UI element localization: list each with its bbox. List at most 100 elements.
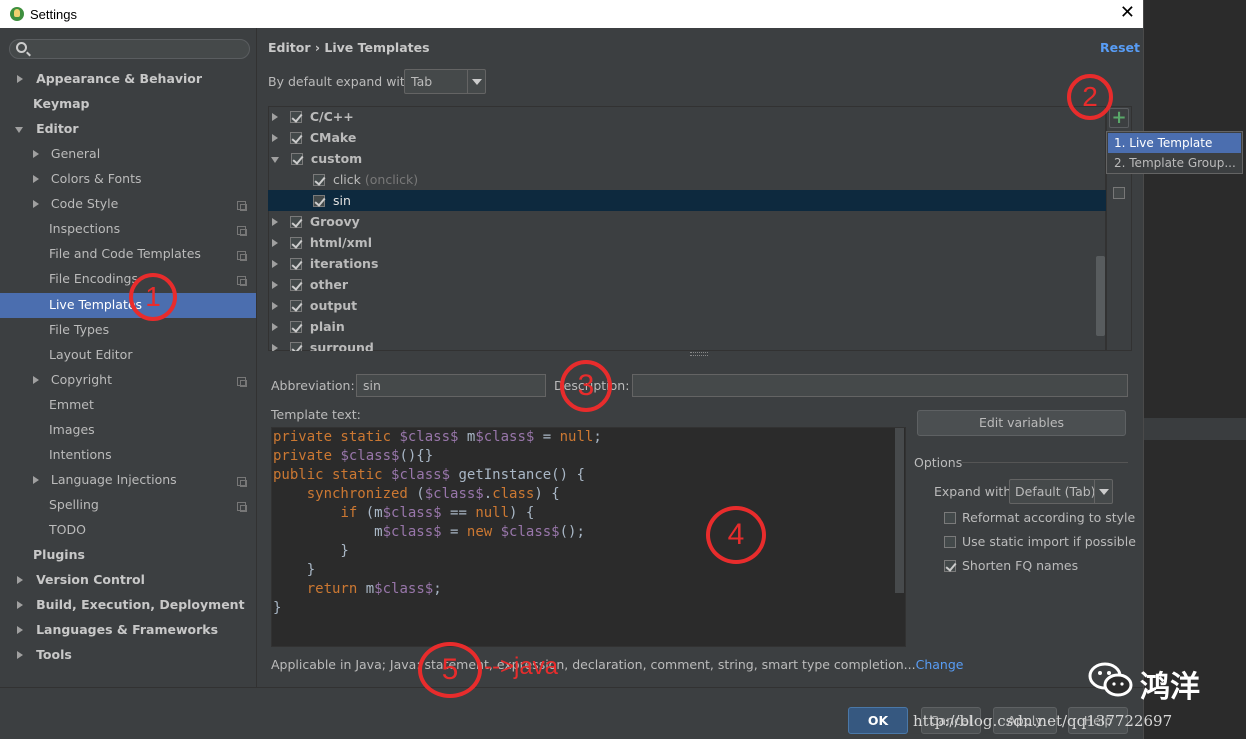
- static-import-option[interactable]: Use static import if possible: [944, 534, 1136, 549]
- collapse-arrow-icon[interactable]: [271, 157, 279, 163]
- app-icon: [10, 7, 24, 21]
- splitter-handle[interactable]: [690, 352, 708, 356]
- sidebar-item-file-types[interactable]: File Types: [49, 318, 109, 342]
- sidebar-item-file-code-templates[interactable]: File and Code Templates: [49, 242, 201, 266]
- template-checkbox[interactable]: [313, 174, 325, 186]
- template-group-plain[interactable]: plain: [272, 316, 345, 337]
- default-expand-select[interactable]: Tab: [404, 69, 486, 94]
- group-checkbox[interactable]: [289, 279, 302, 291]
- reset-link[interactable]: Reset: [1100, 40, 1140, 55]
- expand-arrow-icon[interactable]: [272, 344, 278, 351]
- sidebar-item-intentions[interactable]: Intentions: [49, 443, 112, 467]
- template-toolbar-icon[interactable]: [1113, 187, 1125, 199]
- expand-arrow-icon[interactable]: [17, 626, 23, 634]
- code-line: if (m$class$ == null) {: [340, 505, 535, 521]
- sidebar-item-colors-fonts[interactable]: Colors & Fonts: [33, 167, 142, 191]
- collapse-arrow-icon[interactable]: [15, 127, 23, 133]
- expand-arrow-icon[interactable]: [17, 75, 23, 83]
- expand-arrow-icon[interactable]: [272, 113, 278, 121]
- group-checkbox[interactable]: [289, 342, 302, 351]
- expand-arrow-icon[interactable]: [33, 476, 39, 484]
- sidebar-item-build-execution[interactable]: Build, Execution, Deployment: [17, 593, 245, 617]
- edit-variables-button[interactable]: Edit variables: [917, 410, 1126, 436]
- group-checkbox[interactable]: [289, 321, 302, 333]
- group-checkbox[interactable]: [289, 111, 302, 123]
- template-text-editor[interactable]: private static $class$ m$class$ = null; …: [271, 427, 906, 647]
- sidebar-item-keymap[interactable]: Keymap: [33, 92, 90, 116]
- expand-arrow-icon[interactable]: [33, 376, 39, 384]
- sidebar-item-copyright[interactable]: Copyright: [33, 368, 112, 392]
- add-icon[interactable]: +: [1109, 108, 1129, 128]
- menu-item-live-template[interactable]: 1. Live Template: [1108, 133, 1241, 153]
- template-group-iterations[interactable]: iterations: [272, 253, 378, 274]
- group-checkbox[interactable]: [289, 300, 302, 312]
- group-checkbox[interactable]: [289, 237, 302, 249]
- sidebar-item-todo[interactable]: TODO: [49, 518, 86, 542]
- reformat-option[interactable]: Reformat according to style: [944, 510, 1135, 525]
- abbreviation-field[interactable]: sin: [356, 374, 546, 397]
- sidebar-item-tools[interactable]: Tools: [17, 643, 72, 667]
- template-group-custom[interactable]: custom: [271, 148, 362, 169]
- sidebar-item-label: Code Style: [50, 196, 119, 211]
- template-group-html-xml[interactable]: html/xml: [272, 232, 372, 253]
- group-checkbox[interactable]: [290, 153, 303, 165]
- expand-arrow-icon[interactable]: [272, 302, 278, 310]
- template-group-other[interactable]: other: [272, 274, 348, 295]
- shorten-fq-option[interactable]: Shorten FQ names: [944, 558, 1078, 573]
- template-item-sin[interactable]: sin: [313, 190, 351, 211]
- sidebar-item-layout-editor[interactable]: Layout Editor: [49, 343, 132, 367]
- close-icon[interactable]: ✕: [1120, 3, 1135, 23]
- sidebar-item-label: General: [50, 146, 101, 161]
- sidebar-item-editor[interactable]: Editor: [15, 117, 79, 141]
- expand-arrow-icon[interactable]: [272, 239, 278, 247]
- ok-button[interactable]: OK: [848, 707, 908, 734]
- expand-arrow-icon[interactable]: [17, 651, 23, 659]
- sidebar-item-version-control[interactable]: Version Control: [17, 568, 145, 592]
- editor-scrollbar[interactable]: [895, 428, 904, 593]
- sidebar-item-appearance-behavior[interactable]: Appearance & Behavior: [17, 67, 202, 91]
- expand-arrow-icon[interactable]: [272, 281, 278, 289]
- sidebar-item-spelling[interactable]: Spelling: [49, 493, 99, 517]
- sidebar-item-file-encodings[interactable]: File Encodings: [49, 267, 138, 291]
- template-item-click[interactable]: click (onclick): [313, 169, 418, 190]
- option-label: Shorten FQ names: [962, 558, 1079, 573]
- expand-with-select[interactable]: Default (Tab): [1009, 479, 1113, 504]
- sidebar-item-code-style[interactable]: Code Style: [33, 192, 118, 216]
- search-input[interactable]: [9, 39, 250, 59]
- tree-scrollbar[interactable]: [1096, 256, 1105, 336]
- sidebar-item-emmet[interactable]: Emmet: [49, 393, 94, 417]
- description-field[interactable]: [632, 374, 1128, 397]
- expand-arrow-icon[interactable]: [272, 218, 278, 226]
- watermark-name: 鸿洋: [1140, 670, 1200, 705]
- change-link[interactable]: Change: [916, 657, 964, 672]
- expand-arrow-icon[interactable]: [33, 150, 39, 158]
- expand-arrow-icon[interactable]: [272, 260, 278, 268]
- group-checkbox[interactable]: [289, 216, 302, 228]
- sidebar-item-plugins[interactable]: Plugins: [33, 543, 85, 567]
- sidebar-item-images[interactable]: Images: [49, 418, 95, 442]
- static-import-checkbox[interactable]: [944, 536, 956, 548]
- sidebar-item-label: Tools: [36, 647, 72, 662]
- expand-arrow-icon[interactable]: [33, 175, 39, 183]
- sidebar-item-inspections[interactable]: Inspections: [49, 217, 120, 241]
- template-group-surround[interactable]: surround: [272, 337, 374, 351]
- sidebar-item-general[interactable]: General: [33, 142, 100, 166]
- reformat-checkbox[interactable]: [944, 512, 956, 524]
- group-checkbox[interactable]: [289, 258, 302, 270]
- expand-arrow-icon[interactable]: [17, 576, 23, 584]
- template-checkbox[interactable]: [313, 195, 325, 207]
- group-checkbox[interactable]: [289, 132, 302, 144]
- expand-arrow-icon[interactable]: [272, 134, 278, 142]
- sidebar-item-languages-frameworks[interactable]: Languages & Frameworks: [17, 618, 218, 642]
- expand-arrow-icon[interactable]: [33, 200, 39, 208]
- template-group-cpp[interactable]: C/C++: [272, 106, 354, 127]
- template-group-groovy[interactable]: Groovy: [272, 211, 360, 232]
- default-expand-label: By default expand with: [268, 74, 413, 89]
- shorten-fq-checkbox[interactable]: [944, 560, 956, 572]
- sidebar-item-language-injections[interactable]: Language Injections: [33, 468, 177, 492]
- expand-arrow-icon[interactable]: [272, 323, 278, 331]
- menu-item-template-group[interactable]: 2. Template Group...: [1108, 153, 1241, 173]
- template-group-output[interactable]: output: [272, 295, 357, 316]
- template-group-cmake[interactable]: CMake: [272, 127, 356, 148]
- expand-arrow-icon[interactable]: [17, 601, 23, 609]
